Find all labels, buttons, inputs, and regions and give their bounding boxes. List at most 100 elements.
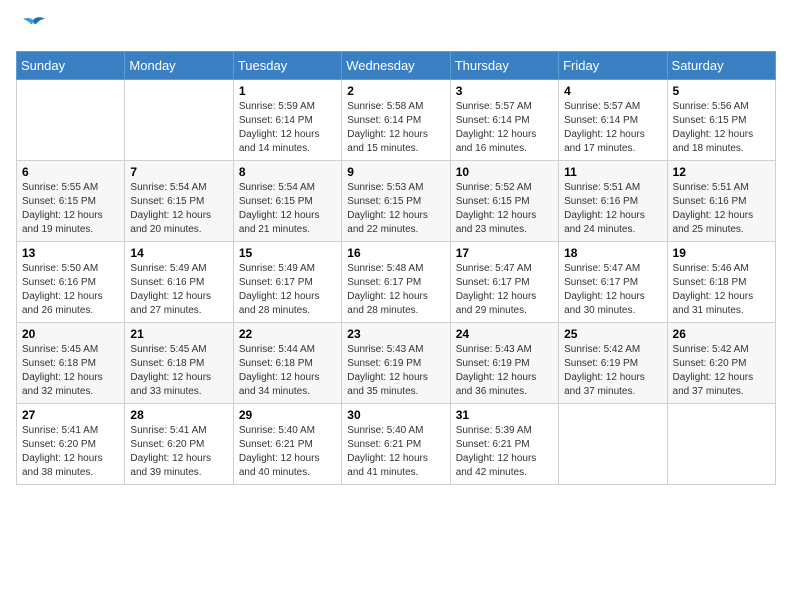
calendar-cell [125,80,233,161]
day-number: 29 [239,408,336,422]
calendar-cell: 6Sunrise: 5:55 AMSunset: 6:15 PMDaylight… [17,161,125,242]
calendar-cell [667,404,775,485]
calendar-cell: 3Sunrise: 5:57 AMSunset: 6:14 PMDaylight… [450,80,558,161]
day-number: 17 [456,246,553,260]
day-number: 8 [239,165,336,179]
calendar-cell: 30 Sunrise: 5:40 AMSunset: 6:21 PMDayligh… [342,404,450,485]
day-info: Sunrise: 5:50 AMSunset: 6:16 PMDaylight:… [22,262,119,318]
calendar-cell: 9 Sunrise: 5:53 AMSunset: 6:15 PMDaylight… [342,161,450,242]
day-of-week-header: Sunday [17,52,125,80]
day-info: Sunrise: 5:51 AMSunset: 6:16 PMDaylight:… [673,181,770,237]
day-number: 25 [564,327,661,341]
day-info: Sunrise: 5:41 AMSunset: 6:20 PMDaylight:… [130,424,227,480]
calendar-cell: 5 Sunrise: 5:56 AMSunset: 6:15 PMDaylight… [667,80,775,161]
day-of-week-header: Monday [125,52,233,80]
day-info: Sunrise: 5:47 AMSunset: 6:17 PMDaylight:… [456,262,553,318]
day-number: 28 [130,408,227,422]
calendar-cell: 1Sunrise: 5:59 AMSunset: 6:14 PMDaylight… [233,80,341,161]
calendar-cell: 24 Sunrise: 5:43 AMSunset: 6:19 PMDayligh… [450,323,558,404]
day-info: Sunrise: 5:43 AMSunset: 6:19 PMDaylight:… [456,343,553,399]
day-info: Sunrise: 5:39 AMSunset: 6:21 PMDaylight:… [456,424,553,480]
day-info: Sunrise: 5:42 AMSunset: 6:20 PMDaylight:… [673,343,770,399]
day-number: 30 [347,408,444,422]
day-info: Sunrise: 5:57 AMSunset: 6:14 PMDaylight:… [564,100,661,156]
calendar-cell [17,80,125,161]
calendar-week-row: 27 Sunrise: 5:41 AMSunset: 6:20 PMDayligh… [17,404,776,485]
calendar-cell: 29 Sunrise: 5:40 AMSunset: 6:21 PMDayligh… [233,404,341,485]
day-number: 31 [456,408,553,422]
day-info: Sunrise: 5:42 AMSunset: 6:19 PMDaylight:… [564,343,661,399]
day-info: Sunrise: 5:47 AMSunset: 6:17 PMDaylight:… [564,262,661,318]
day-info: Sunrise: 5:52 AMSunset: 6:15 PMDaylight:… [456,181,553,237]
calendar-cell: 27 Sunrise: 5:41 AMSunset: 6:20 PMDayligh… [17,404,125,485]
calendar-cell: 11Sunrise: 5:51 AMSunset: 6:16 PMDayligh… [559,161,667,242]
day-number: 19 [673,246,770,260]
calendar-cell: 18 Sunrise: 5:47 AMSunset: 6:17 PMDayligh… [559,242,667,323]
calendar-cell: 19 Sunrise: 5:46 AMSunset: 6:18 PMDayligh… [667,242,775,323]
day-info: Sunrise: 5:56 AMSunset: 6:15 PMDaylight:… [673,100,770,156]
calendar-cell: 8 Sunrise: 5:54 AMSunset: 6:15 PMDaylight… [233,161,341,242]
day-number: 2 [347,84,444,98]
calendar-table: SundayMondayTuesdayWednesdayThursdayFrid… [16,51,776,485]
day-info: Sunrise: 5:54 AMSunset: 6:15 PMDaylight:… [130,181,227,237]
calendar-cell: 10 Sunrise: 5:52 AMSunset: 6:15 PMDayligh… [450,161,558,242]
day-info: Sunrise: 5:49 AMSunset: 6:16 PMDaylight:… [130,262,227,318]
calendar-cell: 13 Sunrise: 5:50 AMSunset: 6:16 PMDayligh… [17,242,125,323]
day-number: 20 [22,327,119,341]
calendar-cell [559,404,667,485]
calendar-cell: 14 Sunrise: 5:49 AMSunset: 6:16 PMDayligh… [125,242,233,323]
day-info: Sunrise: 5:40 AMSunset: 6:21 PMDaylight:… [347,424,444,480]
day-number: 5 [673,84,770,98]
calendar-cell: 20 Sunrise: 5:45 AMSunset: 6:18 PMDayligh… [17,323,125,404]
day-number: 10 [456,165,553,179]
calendar-week-row: 6Sunrise: 5:55 AMSunset: 6:15 PMDaylight… [17,161,776,242]
day-number: 18 [564,246,661,260]
day-info: Sunrise: 5:45 AMSunset: 6:18 PMDaylight:… [22,343,119,399]
day-info: Sunrise: 5:55 AMSunset: 6:15 PMDaylight:… [22,181,119,237]
day-number: 11 [564,165,661,179]
day-number: 7 [130,165,227,179]
calendar-cell: 22 Sunrise: 5:44 AMSunset: 6:18 PMDayligh… [233,323,341,404]
calendar-week-row: 20 Sunrise: 5:45 AMSunset: 6:18 PMDayligh… [17,323,776,404]
calendar-cell: 17 Sunrise: 5:47 AMSunset: 6:17 PMDayligh… [450,242,558,323]
day-info: Sunrise: 5:46 AMSunset: 6:18 PMDaylight:… [673,262,770,318]
day-info: Sunrise: 5:48 AMSunset: 6:17 PMDaylight:… [347,262,444,318]
day-info: Sunrise: 5:45 AMSunset: 6:18 PMDaylight:… [130,343,227,399]
day-info: Sunrise: 5:41 AMSunset: 6:20 PMDaylight:… [22,424,119,480]
day-number: 9 [347,165,444,179]
calendar-cell: 7 Sunrise: 5:54 AMSunset: 6:15 PMDaylight… [125,161,233,242]
calendar-cell: 31 Sunrise: 5:39 AMSunset: 6:21 PMDayligh… [450,404,558,485]
day-info: Sunrise: 5:54 AMSunset: 6:15 PMDaylight:… [239,181,336,237]
calendar-cell: 16 Sunrise: 5:48 AMSunset: 6:17 PMDayligh… [342,242,450,323]
day-of-week-header: Friday [559,52,667,80]
day-info: Sunrise: 5:40 AMSunset: 6:21 PMDaylight:… [239,424,336,480]
day-info: Sunrise: 5:43 AMSunset: 6:19 PMDaylight:… [347,343,444,399]
day-number: 22 [239,327,336,341]
calendar-cell: 23Sunrise: 5:43 AMSunset: 6:19 PMDayligh… [342,323,450,404]
day-info: Sunrise: 5:53 AMSunset: 6:15 PMDaylight:… [347,181,444,237]
calendar-week-row: 1Sunrise: 5:59 AMSunset: 6:14 PMDaylight… [17,80,776,161]
calendar-cell: 21 Sunrise: 5:45 AMSunset: 6:18 PMDayligh… [125,323,233,404]
day-info: Sunrise: 5:59 AMSunset: 6:14 PMDaylight:… [239,100,336,156]
day-of-week-header: Wednesday [342,52,450,80]
day-number: 16 [347,246,444,260]
page-header [16,16,776,43]
bird-icon [19,16,47,43]
calendar-cell: 25 Sunrise: 5:42 AMSunset: 6:19 PMDayligh… [559,323,667,404]
day-of-week-header: Saturday [667,52,775,80]
day-number: 14 [130,246,227,260]
day-info: Sunrise: 5:57 AMSunset: 6:14 PMDaylight:… [456,100,553,156]
calendar-cell: 2Sunrise: 5:58 AMSunset: 6:14 PMDaylight… [342,80,450,161]
day-number: 21 [130,327,227,341]
calendar-cell: 28 Sunrise: 5:41 AMSunset: 6:20 PMDayligh… [125,404,233,485]
day-number: 12 [673,165,770,179]
calendar-cell: 4 Sunrise: 5:57 AMSunset: 6:14 PMDaylight… [559,80,667,161]
day-of-week-header: Thursday [450,52,558,80]
day-number: 26 [673,327,770,341]
day-number: 4 [564,84,661,98]
day-number: 13 [22,246,119,260]
day-number: 27 [22,408,119,422]
day-info: Sunrise: 5:44 AMSunset: 6:18 PMDaylight:… [239,343,336,399]
calendar-week-row: 13 Sunrise: 5:50 AMSunset: 6:16 PMDayligh… [17,242,776,323]
day-number: 24 [456,327,553,341]
